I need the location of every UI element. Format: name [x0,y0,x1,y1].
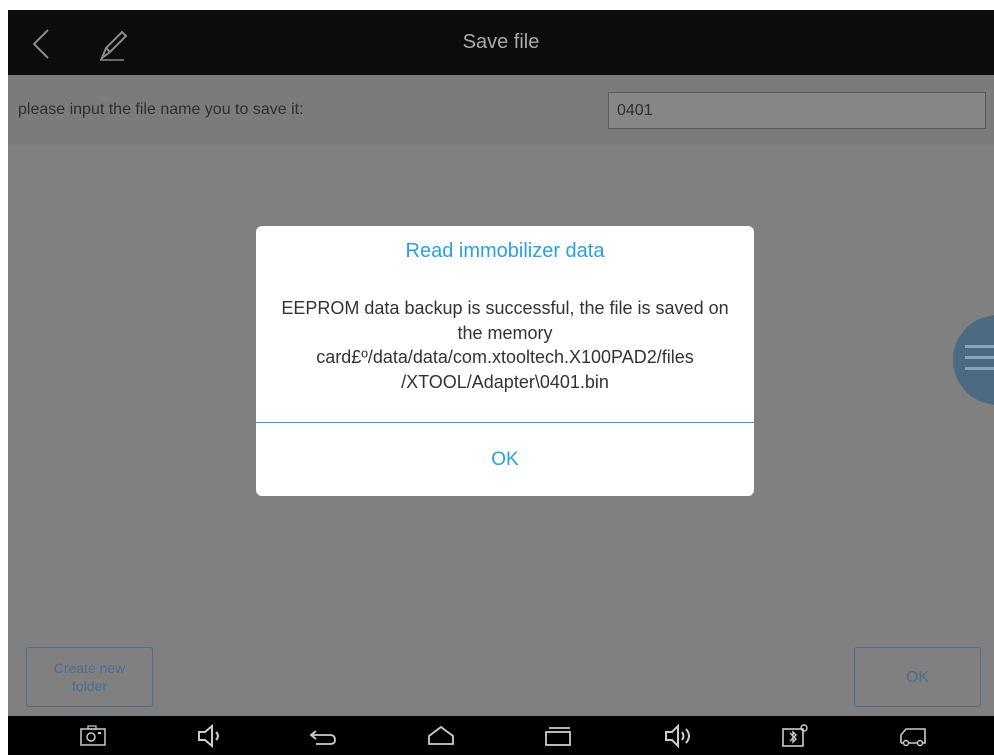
app-screen: Save file please input the file name you… [8,10,994,755]
home-icon[interactable] [426,723,456,749]
floating-menu-button[interactable] [953,315,994,405]
navigation-bar [8,716,994,755]
title-bar: Save file [8,10,994,75]
screenshot-icon[interactable] [78,723,108,749]
filename-label: please input the file name you to save i… [18,101,304,118]
page-title: Save file [462,31,540,53]
hamburger-icon [965,345,994,378]
volume-up-icon[interactable] [664,723,694,749]
result-dialog: Read immobilizer data EEPROM data backup… [256,226,754,496]
vci-truck-icon [898,723,928,749]
recent-apps-icon[interactable] [543,723,573,749]
volume-down-icon[interactable] [195,723,225,749]
dialog-ok-button[interactable]: OK [256,423,754,496]
bluetooth-status-icon [780,723,810,749]
dialog-message: EEPROM data backup is successful, the fi… [281,298,729,392]
create-folder-button[interactable]: Create new folder [26,647,153,707]
filename-row: please input the file name you to save i… [8,75,994,145]
dialog-title: Read immobilizer data [405,240,605,262]
filename-input[interactable] [608,92,986,129]
back-arrow-icon[interactable] [308,723,338,749]
save-ok-button[interactable]: OK [854,647,981,707]
